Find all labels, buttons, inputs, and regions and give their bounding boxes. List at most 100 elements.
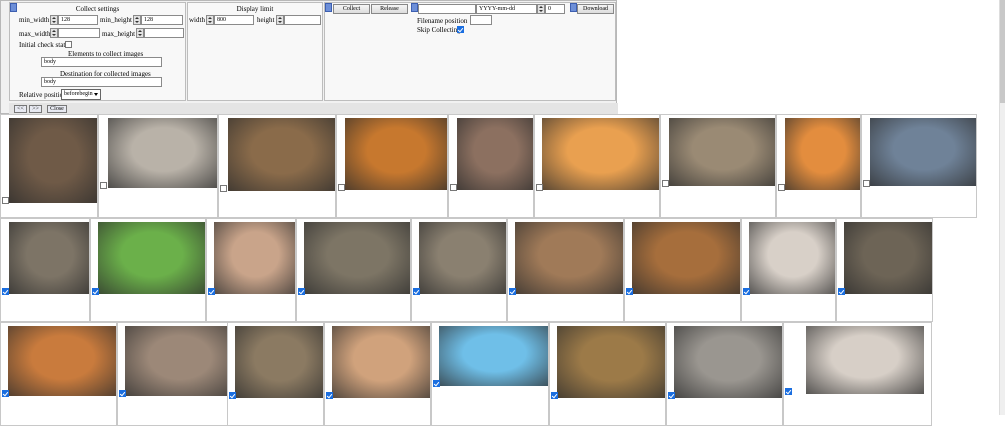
image-select-checkbox[interactable] [2,390,9,397]
image-tile[interactable] [549,322,666,426]
image-select-checkbox[interactable] [100,182,107,189]
image-tile[interactable] [117,322,234,426]
min-height-spinner[interactable] [133,15,141,25]
vertical-scrollbar[interactable] [999,0,1005,415]
image-tile[interactable] [741,218,836,322]
image-tile[interactable] [336,114,448,218]
image-select-checkbox[interactable] [2,288,9,295]
destination-input[interactable]: body [41,77,162,87]
image-tile[interactable] [206,218,296,322]
height-spinner[interactable] [276,15,284,25]
initial-check-state-checkbox[interactable] [65,41,72,48]
image-select-checkbox[interactable] [662,180,669,187]
image-select-checkbox[interactable] [668,392,675,399]
min-width-input[interactable]: 128 [58,15,98,25]
image-tile[interactable] [218,114,336,218]
cat-image-26 [806,326,924,394]
max-height-label: max_height [102,30,136,38]
max-height-input[interactable] [144,28,184,38]
section-pin-icon[interactable] [570,3,577,12]
max-height-spinner[interactable] [136,28,144,38]
image-tile[interactable] [411,218,507,322]
collect-button[interactable]: Collect [333,4,370,14]
prev-page-button[interactable]: << [14,105,27,113]
cat-image-23 [439,326,548,386]
image-select-checkbox[interactable] [450,184,457,191]
image-select-checkbox[interactable] [2,197,9,204]
min-height-input[interactable]: 128 [141,15,183,25]
cat-image-24 [557,326,665,398]
cat-image-25 [674,326,782,398]
relative-position-select[interactable]: beforebegin [61,89,101,100]
image-tile[interactable] [507,218,624,322]
image-select-checkbox[interactable] [626,288,633,295]
release-button[interactable]: Release [371,4,408,14]
image-tile[interactable] [666,322,783,426]
height-input[interactable] [284,15,321,25]
image-select-checkbox[interactable] [326,392,333,399]
image-tile[interactable] [90,218,206,322]
filename-position-input[interactable] [470,15,492,25]
width-input[interactable]: 800 [214,15,254,25]
image-select-checkbox[interactable] [838,288,845,295]
skip-collecting-checkbox[interactable] [457,26,464,33]
image-tile[interactable] [534,114,660,218]
cat-image-7 [669,118,775,186]
image-select-checkbox[interactable] [536,184,543,191]
image-tile[interactable] [776,114,861,218]
section-pin-icon[interactable] [325,3,332,12]
display-limit-title: Display limit [236,5,274,13]
cat-image-18 [844,222,932,294]
image-tile[interactable] [0,322,117,426]
width-spinner[interactable] [206,15,214,25]
relative-position-label: Relative position [19,91,67,99]
download-button[interactable]: Download [577,4,614,14]
image-select-checkbox[interactable] [298,288,305,295]
elements-input[interactable]: body [41,57,162,67]
image-select-checkbox[interactable] [119,390,126,397]
min-height-label: min_height [100,16,132,24]
image-tile[interactable] [324,322,431,426]
cat-image-22 [332,326,430,398]
image-tile[interactable] [0,114,98,218]
image-tile[interactable] [431,322,549,426]
cat-image-19 [8,326,116,396]
image-tile[interactable] [660,114,776,218]
image-select-checkbox[interactable] [863,180,870,187]
cat-image-13 [304,222,410,294]
image-tile[interactable] [0,218,90,322]
image-select-checkbox[interactable] [229,392,236,399]
max-width-spinner[interactable] [50,28,58,38]
close-button[interactable]: Close [47,105,67,113]
image-select-checkbox[interactable] [509,288,516,295]
filename-prefix-input[interactable] [418,4,476,14]
max-width-input[interactable] [58,28,100,38]
image-select-checkbox[interactable] [92,288,99,295]
cat-image-5 [457,118,533,190]
next-page-button[interactable]: >> [29,105,42,113]
image-tile[interactable] [98,114,218,218]
image-select-checkbox[interactable] [785,388,792,395]
scrollbar-thumb[interactable] [1000,0,1005,103]
image-select-checkbox[interactable] [338,184,345,191]
image-tile[interactable] [296,218,411,322]
date-format-input[interactable]: YYYY-mm-dd [476,4,537,14]
number-spinner[interactable] [537,4,545,14]
image-select-checkbox[interactable] [413,288,420,295]
image-select-checkbox[interactable] [778,184,785,191]
image-select-checkbox[interactable] [743,288,750,295]
image-tile[interactable] [861,114,977,218]
image-tile[interactable] [836,218,933,322]
image-tile[interactable] [624,218,741,322]
image-select-checkbox[interactable] [551,392,558,399]
cat-image-8 [785,118,860,190]
image-select-checkbox[interactable] [433,380,440,387]
image-tile[interactable] [227,322,324,426]
image-tile[interactable] [448,114,534,218]
min-width-spinner[interactable] [50,15,58,25]
image-select-checkbox[interactable] [220,185,227,192]
image-select-checkbox[interactable] [208,288,215,295]
image-tile[interactable] [783,322,932,426]
section-pin-icon[interactable] [411,3,418,12]
number-input[interactable]: 0 [545,4,565,14]
